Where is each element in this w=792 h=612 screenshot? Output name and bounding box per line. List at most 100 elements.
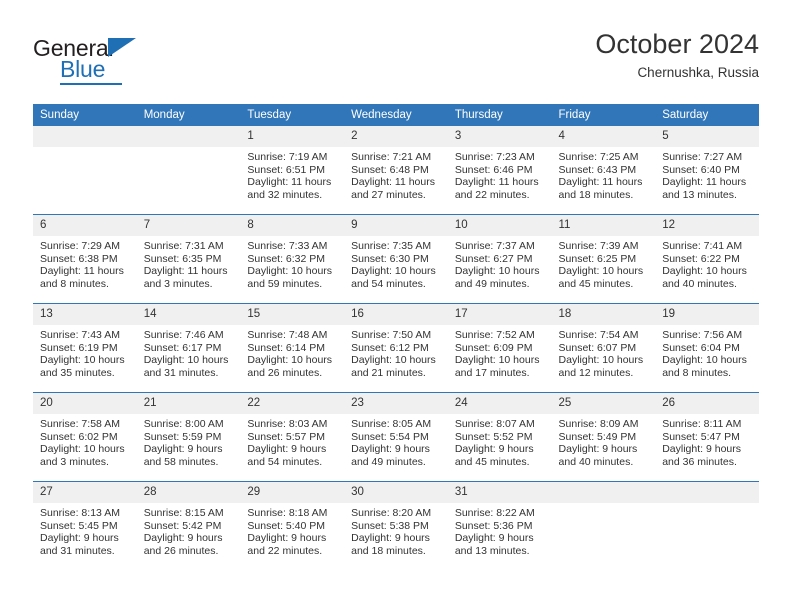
calendar-day-cell[interactable]: 7 Sunrise: 7:31 AM Sunset: 6:35 PM Daylight… [136, 214, 241, 304]
sunrise-text: Sunrise: 8:15 AM [143, 507, 224, 519]
sunrise-text: Sunrise: 7:25 AM [558, 151, 639, 163]
daylight-text-line1: Daylight: 10 hours [454, 265, 540, 278]
calendar-day-cell[interactable]: 24 Sunrise: 8:07 AM Sunset: 5:52 PM Dayligh… [447, 392, 552, 482]
calendar-day-cell[interactable]: 16 Sunrise: 7:50 AM Sunset: 6:12 PM Dayligh… [344, 303, 448, 393]
calendar-day-cell[interactable]: 18 Sunrise: 7:54 AM Sunset: 6:07 PM Dayligh… [551, 303, 656, 393]
sunrise-text: Sunrise: 8:03 AM [247, 418, 328, 430]
day-details: Sunrise: 7:23 AM Sunset: 6:46 PM Daylight:… [448, 147, 552, 201]
calendar-day-cell[interactable]: 9 Sunrise: 7:35 AM Sunset: 6:30 PM Daylight… [344, 214, 448, 304]
day-details: Sunrise: 8:11 AM Sunset: 5:47 PM Daylight:… [655, 414, 759, 468]
daylight-text-line2: and 3 minutes. [143, 277, 213, 290]
sunset-text: Sunset: 6:19 PM [40, 341, 118, 354]
sunset-text: Sunset: 6:48 PM [351, 163, 429, 176]
sunrise-text: Sunrise: 7:29 AM [40, 240, 120, 252]
day-details: Sunrise: 7:54 AM Sunset: 6:07 PM Daylight:… [552, 325, 656, 379]
calendar-week-row: 20 Sunrise: 7:58 AM Sunset: 6:02 PM Dayligh… [33, 392, 759, 482]
sunset-text: Sunset: 6:22 PM [662, 252, 740, 265]
day-number: 19 [655, 304, 759, 325]
day-number: 4 [551, 126, 656, 147]
sunset-text: Sunset: 6:12 PM [351, 341, 429, 354]
calendar-day-cell[interactable]: 26 Sunrise: 8:11 AM Sunset: 5:47 PM Dayligh… [655, 392, 759, 482]
calendar-day-cell[interactable]: 20 Sunrise: 7:58 AM Sunset: 6:02 PM Dayligh… [33, 392, 137, 482]
day-details: Sunrise: 8:07 AM Sunset: 5:52 PM Daylight:… [448, 414, 552, 468]
day-number: 17 [447, 304, 552, 325]
sunset-text: Sunset: 5:36 PM [454, 519, 533, 532]
sunset-text: Sunset: 6:07 PM [558, 341, 637, 354]
sunrise-text: Sunrise: 7:52 AM [454, 329, 535, 341]
sunset-text: Sunset: 6:14 PM [247, 341, 326, 354]
calendar-day-cell[interactable]: 22 Sunrise: 8:03 AM Sunset: 5:57 PM Dayligh… [240, 392, 345, 482]
calendar-day-cell[interactable]: 5 Sunrise: 7:27 AM Sunset: 6:40 PM Daylight… [655, 126, 759, 215]
calendar-day-cell[interactable]: 3 Sunrise: 7:23 AM Sunset: 6:46 PM Daylight… [447, 126, 552, 215]
calendar-day-cell[interactable]: 19 Sunrise: 7:56 AM Sunset: 6:04 PM Dayligh… [655, 303, 759, 393]
sunrise-text: Sunrise: 7:54 AM [558, 329, 639, 341]
daylight-text-line2: and 45 minutes. [558, 277, 634, 290]
calendar-day-cell[interactable]: 28 Sunrise: 8:15 AM Sunset: 5:42 PM Dayligh… [136, 481, 241, 570]
calendar-day-cell[interactable]: 30 Sunrise: 8:20 AM Sunset: 5:38 PM Dayligh… [344, 481, 448, 570]
daylight-text-line1: Daylight: 10 hours [662, 354, 747, 367]
daylight-text-line1: Daylight: 9 hours [143, 532, 223, 545]
sunset-text: Sunset: 6:02 PM [40, 430, 118, 443]
calendar-day-cell[interactable]: 29 Sunrise: 8:18 AM Sunset: 5:40 PM Dayligh… [240, 481, 345, 570]
sunrise-text: Sunrise: 8:18 AM [247, 507, 328, 519]
daylight-text-line1: Daylight: 9 hours [143, 443, 223, 456]
sunset-text: Sunset: 5:52 PM [454, 430, 533, 443]
day-details: Sunrise: 7:48 AM Sunset: 6:14 PM Daylight:… [240, 325, 344, 379]
day-number: 2 [344, 126, 448, 147]
day-number: 29 [240, 482, 345, 503]
daylight-text-line2: and 31 minutes. [40, 544, 115, 557]
sunrise-text: Sunrise: 7:27 AM [662, 151, 743, 163]
day-number: 25 [551, 393, 656, 414]
day-details: Sunrise: 7:29 AM Sunset: 6:38 PM Daylight:… [33, 236, 137, 290]
weekday-header-friday: Friday [551, 104, 656, 126]
sunrise-text: Sunrise: 7:33 AM [247, 240, 328, 252]
calendar-day-cell[interactable]: 11 Sunrise: 7:39 AM Sunset: 6:25 PM Dayligh… [551, 214, 656, 304]
daylight-text-line2: and 49 minutes. [351, 455, 426, 468]
calendar-day-cell[interactable]: 14 Sunrise: 7:46 AM Sunset: 6:17 PM Dayligh… [136, 303, 241, 393]
day-number: 27 [33, 482, 137, 503]
calendar-day-cell[interactable]: 17 Sunrise: 7:52 AM Sunset: 6:09 PM Dayligh… [447, 303, 552, 393]
sunrise-text: Sunrise: 8:09 AM [558, 418, 639, 430]
sunset-text: Sunset: 6:38 PM [40, 252, 118, 265]
sunrise-text: Sunrise: 7:37 AM [454, 240, 535, 252]
sunset-text: Sunset: 5:38 PM [351, 519, 429, 532]
day-number: 14 [136, 304, 241, 325]
calendar-day-cell[interactable]: 12 Sunrise: 7:41 AM Sunset: 6:22 PM Dayligh… [655, 214, 759, 304]
daylight-text-line1: Daylight: 11 hours [40, 265, 124, 278]
daylight-text-line1: Daylight: 10 hours [558, 354, 644, 367]
daylight-text-line2: and 21 minutes. [351, 366, 426, 379]
day-details: Sunrise: 7:25 AM Sunset: 6:43 PM Daylight:… [552, 147, 656, 201]
daylight-text-line1: Daylight: 11 hours [558, 176, 643, 189]
day-details: Sunrise: 8:03 AM Sunset: 5:57 PM Daylight:… [240, 414, 344, 468]
calendar-day-cell[interactable]: 1 Sunrise: 7:19 AM Sunset: 6:51 PM Daylight… [240, 126, 345, 215]
sunset-text: Sunset: 6:32 PM [247, 252, 326, 265]
sunrise-text: Sunrise: 8:05 AM [351, 418, 432, 430]
calendar-day-cell[interactable]: 8 Sunrise: 7:33 AM Sunset: 6:32 PM Daylight… [240, 214, 345, 304]
sunrise-text: Sunrise: 8:13 AM [40, 507, 120, 519]
calendar-day-cell[interactable]: 2 Sunrise: 7:21 AM Sunset: 6:48 PM Daylight… [344, 126, 448, 215]
general-blue-logo[interactable]: General Blue [33, 36, 163, 88]
sunset-text: Sunset: 6:46 PM [454, 163, 533, 176]
daylight-text-line2: and 36 minutes. [662, 455, 737, 468]
calendar-day-cell[interactable]: 25 Sunrise: 8:09 AM Sunset: 5:49 PM Dayligh… [551, 392, 656, 482]
calendar-day-cell[interactable]: 21 Sunrise: 8:00 AM Sunset: 5:59 PM Dayligh… [136, 392, 241, 482]
calendar-day-cell[interactable]: 31 Sunrise: 8:22 AM Sunset: 5:36 PM Dayligh… [447, 481, 552, 570]
calendar-day-cell[interactable]: 23 Sunrise: 8:05 AM Sunset: 5:54 PM Dayligh… [344, 392, 448, 482]
calendar-day-cell[interactable]: 10 Sunrise: 7:37 AM Sunset: 6:27 PM Dayligh… [447, 214, 552, 304]
sunrise-text: Sunrise: 7:56 AM [662, 329, 743, 341]
sunrise-text: Sunrise: 7:19 AM [247, 151, 328, 163]
weekday-header-tuesday: Tuesday [240, 104, 345, 126]
daylight-text-line2: and 3 minutes. [40, 455, 109, 468]
sunset-text: Sunset: 6:04 PM [662, 341, 740, 354]
calendar-day-cell[interactable]: 15 Sunrise: 7:48 AM Sunset: 6:14 PM Dayligh… [240, 303, 345, 393]
sunrise-text: Sunrise: 7:39 AM [558, 240, 639, 252]
title-block: October 2024 Chernushka, Russia [595, 28, 759, 82]
sunset-text: Sunset: 6:17 PM [143, 341, 222, 354]
calendar-day-cell[interactable]: 13 Sunrise: 7:43 AM Sunset: 6:19 PM Dayligh… [33, 303, 137, 393]
calendar-day-cell[interactable]: 6 Sunrise: 7:29 AM Sunset: 6:38 PM Daylight… [33, 214, 137, 304]
daylight-text-line2: and 49 minutes. [454, 277, 530, 290]
calendar-day-cell[interactable]: 27 Sunrise: 8:13 AM Sunset: 5:45 PM Dayligh… [33, 481, 137, 570]
day-details: Sunrise: 7:31 AM Sunset: 6:35 PM Daylight:… [137, 236, 241, 290]
sunrise-text: Sunrise: 8:00 AM [143, 418, 224, 430]
calendar-day-cell[interactable]: 4 Sunrise: 7:25 AM Sunset: 6:43 PM Daylight… [551, 126, 656, 215]
